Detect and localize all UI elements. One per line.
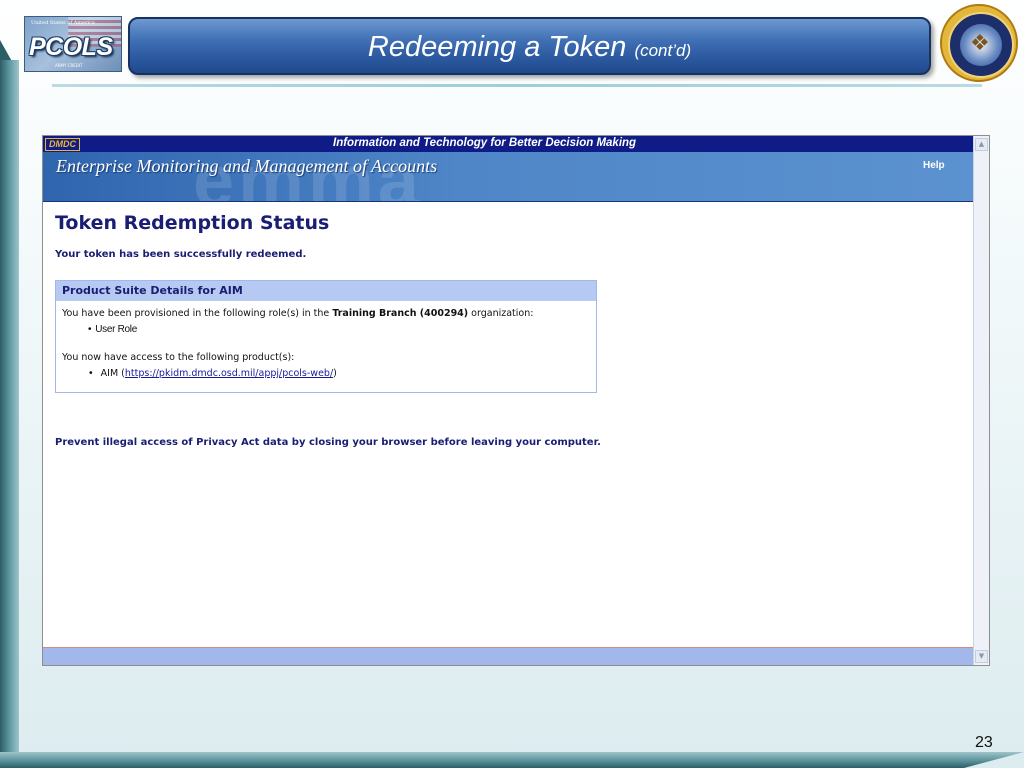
product-list: AIM (https://pkidm.dmdc.osd.mil/appj/pco…: [62, 367, 590, 381]
role-item: User Role: [95, 323, 590, 337]
slide-left-bar: [0, 60, 19, 760]
slide-number: 23: [975, 734, 993, 751]
page-footer-bar: [43, 647, 973, 665]
dmdc-top-bar: DMDC Information and Technology for Bett…: [43, 136, 973, 152]
slide-bottom-wedge: [964, 752, 1024, 768]
dod-seal-icon: ❖: [940, 4, 1018, 82]
help-link[interactable]: Help: [923, 160, 945, 171]
dmdc-tagline: Information and Technology for Better De…: [333, 137, 637, 149]
slide-title: Redeeming a Token (cont’d): [130, 31, 929, 64]
product-item: AIM (https://pkidm.dmdc.osd.mil/appj/pco…: [98, 367, 590, 381]
panel-body: You have been provisioned in the followi…: [56, 301, 596, 387]
page-title: Token Redemption Status: [55, 212, 330, 234]
product-url-link[interactable]: https://pkidm.dmdc.osd.mil/appj/pcols-we…: [125, 368, 333, 379]
logo-sub-text: ARMY CREDIT: [55, 63, 83, 68]
panel-header: Product Suite Details for AIM: [56, 281, 596, 301]
seal-ring: ❖: [948, 12, 1014, 78]
provision-prefix: You have been provisioned in the followi…: [62, 308, 330, 319]
browser-screenshot: DMDC Information and Technology for Bett…: [42, 135, 990, 666]
role-list: User Role: [62, 323, 590, 337]
provision-line: You have been provisioned in the followi…: [62, 307, 590, 321]
seal-center: ❖: [960, 24, 1002, 66]
organization-name: Training Branch (400294): [332, 308, 469, 319]
logo-word: PCOLS: [29, 33, 113, 61]
scroll-down-icon[interactable]: ▼: [975, 650, 988, 663]
provision-suffix: organization:: [471, 308, 534, 319]
scroll-up-icon[interactable]: ▲: [975, 138, 988, 151]
access-intro: You now have access to the following pro…: [62, 352, 295, 363]
logo-seal-text: United States of America: [31, 20, 95, 26]
success-message: Your token has been successfully redeeme…: [55, 249, 307, 260]
product-suite-panel: Product Suite Details for AIM You have b…: [55, 280, 597, 393]
title-divider: [52, 84, 982, 87]
pcols-logo: United States of America PCOLS ARMY CRED…: [24, 16, 122, 72]
vertical-scrollbar[interactable]: ▲ ▼: [973, 136, 989, 665]
panel-spacer: [62, 337, 590, 351]
dmdc-badge[interactable]: DMDC: [45, 138, 80, 151]
privacy-notice: Prevent illegal access of Privacy Act da…: [55, 437, 601, 448]
slide-title-banner: Redeeming a Token (cont’d): [128, 17, 931, 75]
slide-title-main: Redeeming a Token: [367, 31, 627, 63]
product-name: AIM: [100, 368, 119, 379]
slide-bottom-bar: [0, 752, 1024, 768]
emma-banner-title: Enterprise Monitoring and Management of …: [56, 156, 438, 176]
eagle-icon: ❖: [970, 31, 990, 56]
emma-banner: emma Enterprise Monitoring and Managemen…: [43, 152, 973, 202]
slide-title-suffix: (cont’d): [634, 41, 692, 60]
